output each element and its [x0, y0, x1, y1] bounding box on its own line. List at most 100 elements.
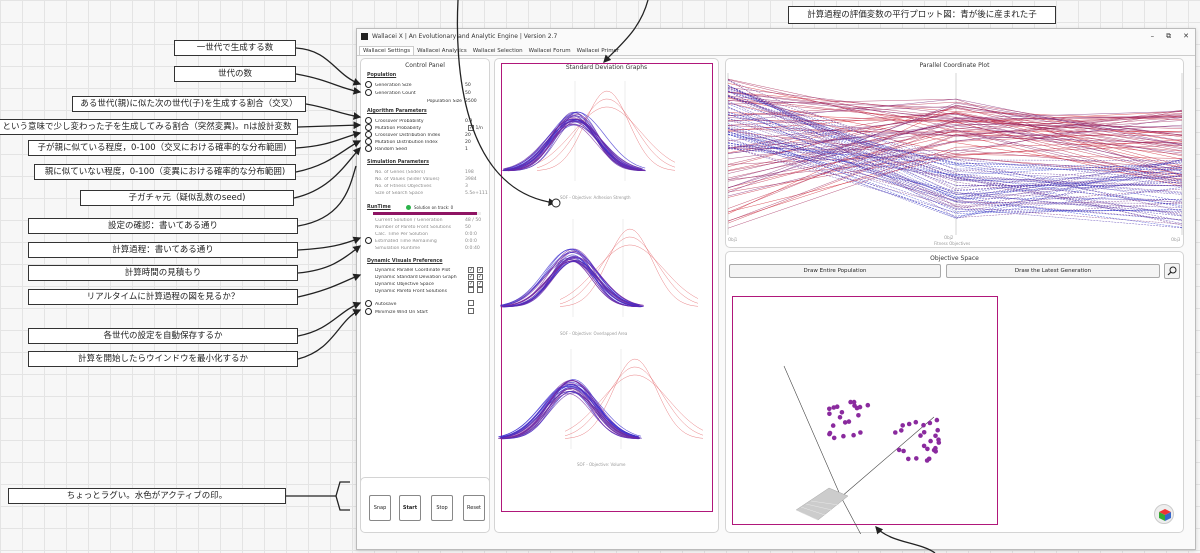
tab-settings[interactable]: Wallacei Settings — [359, 46, 415, 55]
window-title: Wallacei X | An Evolutionary and Analyti… — [372, 33, 558, 40]
os-point — [926, 456, 932, 462]
sim-values-row: No. of Values (Slider Values) 3984 — [375, 176, 477, 182]
run-buttons-panel: Snap Start Stop Reset — [360, 477, 490, 533]
annotation-time-estimate: 計算時間の見積もり — [28, 265, 298, 281]
pf-checkbox-b[interactable] — [477, 287, 483, 293]
visual-sd-row[interactable]: Dynamic Standard Deviation Graph ✓ ✓ — [375, 274, 487, 280]
sd-caption-3: SOF - Objective: Volume — [577, 462, 626, 467]
start-button[interactable]: Start — [399, 495, 421, 521]
crossover-distribution-handle[interactable] — [365, 131, 372, 138]
sd-red-curve — [564, 374, 704, 432]
os-point — [827, 411, 832, 417]
pcp-checkbox-b[interactable]: ✓ — [477, 267, 483, 273]
os-point — [934, 417, 940, 423]
pf-checkbox-a[interactable] — [468, 287, 474, 293]
tab-primer[interactable]: Wallacei Primer — [574, 47, 623, 55]
annotation-mutation-probability: という意味で少し変わった子を生成してみる割合（突然変異)。nは設計変数 — [0, 119, 298, 135]
annotation-minimize: 計算を開始したらウインドウを最小化するか — [28, 351, 298, 367]
view-cube-icon[interactable] — [1154, 504, 1174, 524]
autosave-handle[interactable] — [365, 300, 372, 307]
control-panel: Control Panel Population Generation Size… — [360, 58, 490, 501]
status-indicator-icon — [406, 205, 411, 210]
sd-checkbox-a[interactable]: ✓ — [468, 274, 474, 280]
os-axis-2 — [840, 416, 935, 498]
simulation-heading: Simulation Parameters — [367, 160, 429, 165]
os-point — [831, 405, 837, 410]
os-point — [837, 415, 843, 420]
os-point — [914, 456, 919, 461]
close-button[interactable]: ✕ — [1183, 32, 1189, 41]
mutation-probability-row[interactable]: Mutation Probability ✓ 1/n — [375, 125, 487, 131]
os-point — [913, 419, 919, 425]
os-point — [918, 433, 923, 438]
rt-runtime-row: Simulation Runtime 0:0:40 — [375, 245, 480, 251]
os-point — [921, 430, 927, 435]
pcp-tick-1: Obj1 — [728, 237, 738, 242]
generation-size-input-handle[interactable] — [365, 81, 372, 88]
sd-red-curve — [559, 236, 699, 305]
runtime-heading: RunTime — [367, 205, 391, 210]
pcp-panel: Parallel Coordinate Plot Fitness Objecti… — [725, 58, 1184, 248]
minimize-checkbox[interactable] — [468, 308, 474, 314]
runtime-progress-fill — [373, 212, 477, 215]
stop-button[interactable]: Stop — [431, 495, 453, 521]
crossover-probability-handle[interactable] — [365, 117, 372, 124]
pcp-line — [727, 149, 1183, 229]
sd-red-curve — [559, 228, 699, 307]
annotation-crossover-probability: ある世代(親)に似た次の世代(子)を生成する割合（交叉） — [72, 96, 306, 112]
os-point — [830, 423, 836, 428]
mutation-checkbox[interactable]: ✓ — [468, 125, 474, 131]
pcp-line — [727, 123, 1183, 199]
os-point — [925, 446, 930, 452]
tab-selection[interactable]: Wallacei Selection — [470, 47, 526, 55]
os-point — [936, 437, 941, 442]
rt-calc-row: Calc. Time Per Solution 0:0:0 — [375, 231, 477, 237]
random-seed-row[interactable]: Random Seed 1 — [375, 146, 487, 152]
crossover-probability-row[interactable]: Crossover Probability 0.9 — [375, 118, 487, 124]
os-point — [865, 402, 871, 408]
os-base-plane — [795, 487, 849, 521]
annotation-simulation-params: 設定の確認：書いてある通り — [28, 218, 298, 234]
random-seed-handle[interactable] — [365, 145, 372, 152]
os-axis-3 — [840, 496, 862, 534]
maximize-button[interactable]: ⧉ — [1166, 32, 1171, 41]
mutation-distribution-row[interactable]: Mutation Distribution Index 20 — [375, 139, 487, 145]
pcp-line — [727, 130, 1183, 175]
annotation-mutation-distribution: 親に似ていない程度，0-100（変異における確率的な分布範囲) — [34, 164, 296, 180]
crossover-distribution-row[interactable]: Crossover Distribution Index 20 — [375, 132, 487, 138]
minimize-handle[interactable] — [365, 308, 372, 315]
sim-genes-row: No. of Genes (Sliders) 198 — [375, 169, 474, 175]
os-point — [854, 405, 860, 411]
mutation-distribution-handle[interactable] — [365, 138, 372, 145]
sd-caption-1: SOF - Objective: Adhesion Strength — [560, 195, 631, 200]
minimize-row[interactable]: Minimize Wnd On Start — [375, 308, 487, 315]
runtime-handle[interactable] — [365, 237, 372, 244]
autosave-checkbox[interactable] — [468, 300, 474, 306]
generation-count-input-handle[interactable] — [365, 89, 372, 96]
sd-red-curve — [564, 366, 704, 436]
visual-pcp-row[interactable]: Dynamic Parallel Coordinate Plot ✓ ✓ — [375, 267, 487, 273]
sim-search-space-row: Size of Search Space 5.5e+111 — [375, 190, 488, 196]
pcp-checkbox-a[interactable]: ✓ — [468, 267, 474, 273]
annotation-dynamic-visuals: リアルタイムに計算過程の図を見るか？ — [28, 289, 298, 305]
tab-forum[interactable]: Wallacei Forum — [526, 47, 574, 55]
control-panel-title: Control Panel — [405, 62, 445, 69]
autosave-row[interactable]: Autosave — [375, 300, 487, 307]
reset-button[interactable]: Reset — [463, 495, 485, 521]
os-point — [831, 435, 837, 441]
pcp-tick-3: Obj3 — [1171, 237, 1181, 242]
snap-button[interactable]: Snap — [369, 495, 391, 521]
generation-count-row[interactable]: Generation Count 50 — [375, 90, 487, 96]
os-point — [906, 421, 912, 427]
tab-analytics[interactable]: Wallacei Analytics — [414, 47, 470, 55]
title-bar: Wallacei X | An Evolutionary and Analyti… — [357, 29, 1195, 44]
population-heading: Population — [367, 73, 397, 78]
os-point — [841, 433, 846, 439]
annotation-crossover-distribution: 子が親に似ている程度，0-100（交叉における確率的な分布範囲) — [28, 140, 296, 156]
minimize-button[interactable]: – — [1151, 32, 1155, 41]
mutation-probability-handle[interactable] — [365, 124, 372, 131]
sd-checkbox-b[interactable]: ✓ — [477, 274, 483, 280]
visual-pareto-row[interactable]: Dynamic Pareto Front Solutions — [375, 287, 487, 294]
generation-size-row[interactable]: Generation Size 50 — [375, 82, 487, 88]
os-point — [935, 427, 940, 433]
